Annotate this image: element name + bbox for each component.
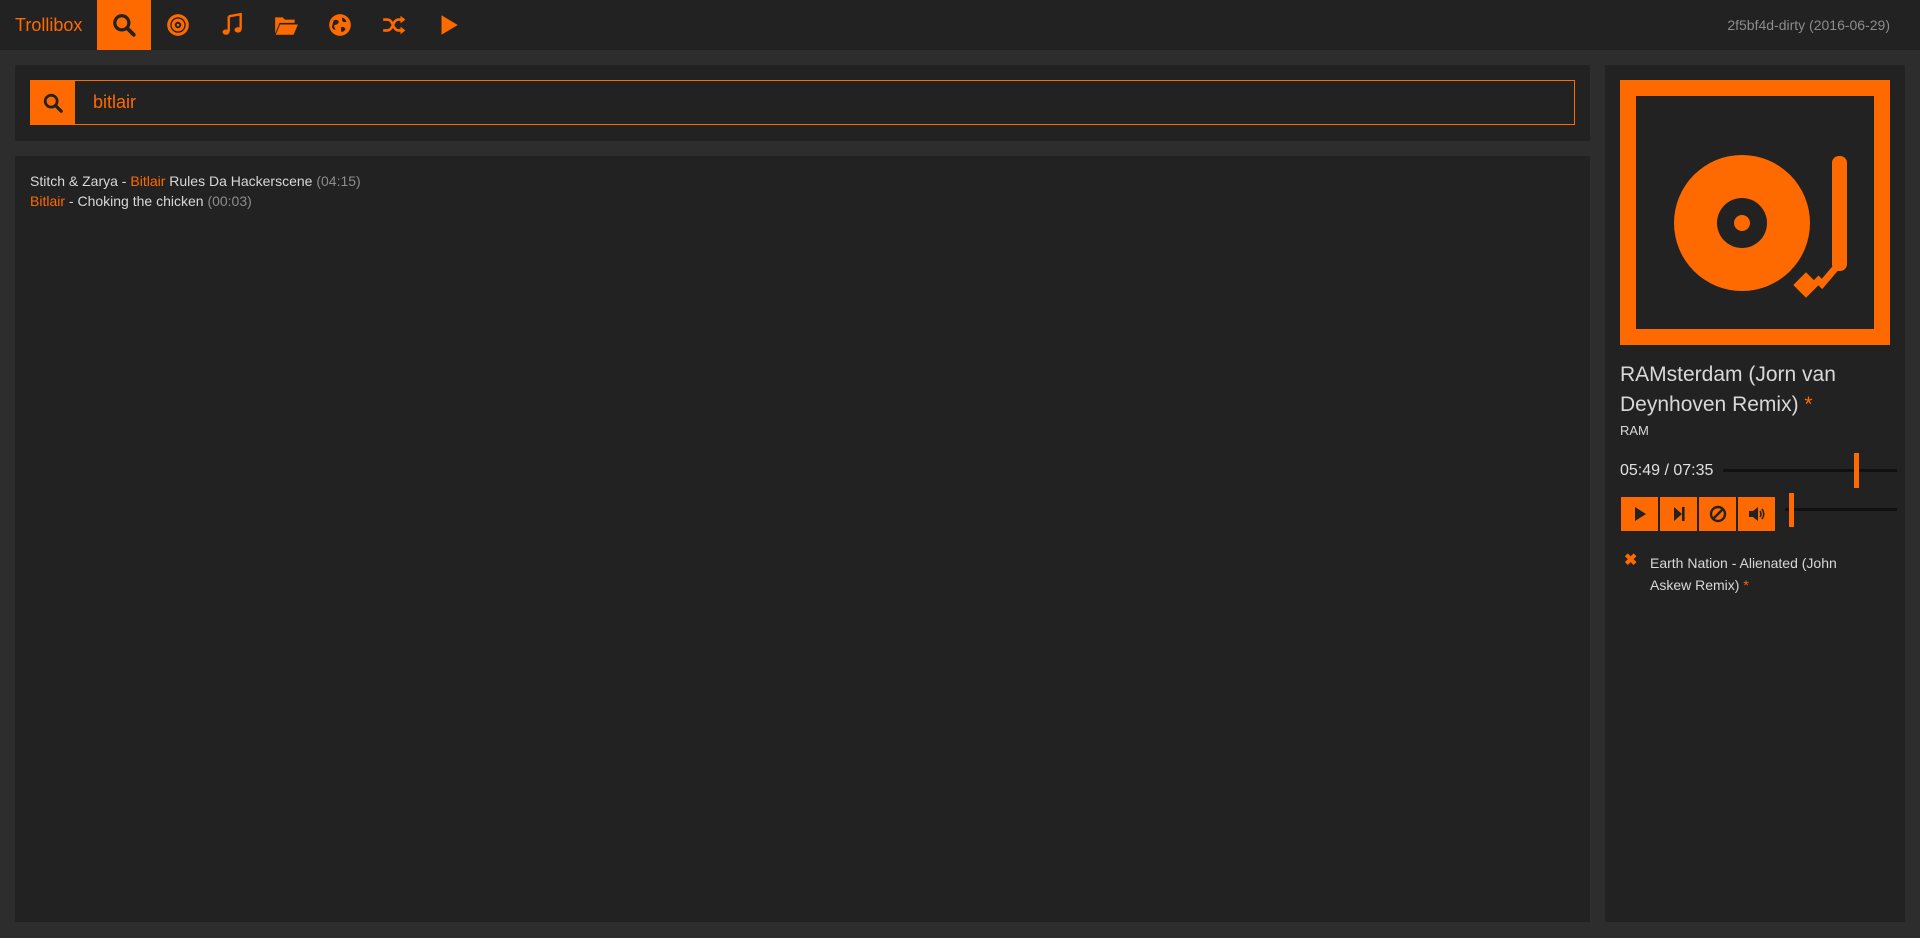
result-title: Rules Da Hackerscene [165, 173, 313, 189]
result-artist: Stitch & Zarya [30, 173, 118, 189]
now-playing-artist: RAM [1620, 423, 1649, 438]
progress-slider-handle[interactable] [1854, 453, 1860, 488]
top-navbar: Trollibox 2f5bf4d-dirty (2016-06-29) [0, 0, 1920, 50]
nav-search-button[interactable] [97, 0, 151, 50]
album-art-placeholder [1636, 96, 1874, 329]
folder-open-icon [275, 17, 298, 35]
skip-next-icon [1673, 507, 1685, 521]
play-icon [1634, 507, 1646, 521]
nav-albums-button[interactable] [151, 0, 205, 50]
now-playing-star: * [1804, 393, 1813, 416]
nav-player-button[interactable] [421, 0, 475, 50]
album-art [1620, 80, 1890, 345]
search-input[interactable] [75, 81, 1574, 124]
play-icon [441, 15, 458, 35]
result-row[interactable]: Stitch & Zarya - Bitlair Rules Da Hacker… [30, 171, 1575, 191]
volume-button[interactable] [1738, 497, 1775, 531]
result-duration: (04:15) [316, 173, 361, 189]
results-panel: Stitch & Zarya - Bitlair Rules Da Hacker… [15, 156, 1590, 922]
result-artist-highlight: Bitlair [30, 193, 66, 209]
play-button[interactable] [1621, 497, 1658, 531]
result-separator: - [117, 173, 131, 189]
volume-slider-handle[interactable] [1788, 493, 1794, 527]
globe-icon [329, 14, 351, 36]
search-icon [113, 14, 136, 37]
result-duration: (00:03) [207, 193, 252, 209]
version-label: 2f5bf4d-dirty (2016-06-29) [1727, 17, 1890, 33]
now-playing-panel: RAMsterdam (Jorn van Deynhoven Remix) * … [1605, 65, 1905, 922]
next-button[interactable] [1660, 497, 1697, 531]
result-separator: - [65, 193, 78, 209]
result-title-highlight: Bitlair [130, 173, 166, 189]
nav-streams-button[interactable] [313, 0, 367, 50]
queue-item-star: * [1743, 577, 1749, 593]
skip-track-button[interactable] [1699, 497, 1736, 531]
progress-slider[interactable] [1723, 469, 1897, 472]
disc-icon [167, 14, 189, 36]
music-note-icon [222, 12, 242, 35]
ban-icon [1709, 505, 1726, 523]
nav-shuffle-button[interactable] [367, 0, 421, 50]
volume-icon [1748, 507, 1765, 521]
nav-browse-button[interactable] [259, 0, 313, 50]
search-submit-button[interactable] [31, 81, 75, 124]
brand-logo[interactable]: Trollibox [15, 0, 82, 50]
search-box [30, 80, 1575, 125]
turntable-icon [1674, 155, 1847, 298]
now-playing-title: RAMsterdam (Jorn van Deynhoven Remix) * [1620, 360, 1890, 420]
playback-time: 05:49 / 07:35 [1620, 462, 1714, 479]
result-row[interactable]: Bitlair - Choking the chicken (00:03) [30, 191, 1575, 211]
search-icon [43, 93, 63, 113]
nav-tracks-button[interactable] [205, 0, 259, 50]
queue-item-label: Earth Nation - Alienated (John Askew Rem… [1650, 552, 1880, 596]
search-panel [15, 65, 1590, 141]
volume-slider[interactable] [1785, 508, 1897, 511]
shuffle-icon [383, 15, 406, 35]
remove-icon[interactable]: ✖ [1624, 552, 1640, 570]
result-title: Choking the chicken [77, 193, 204, 209]
